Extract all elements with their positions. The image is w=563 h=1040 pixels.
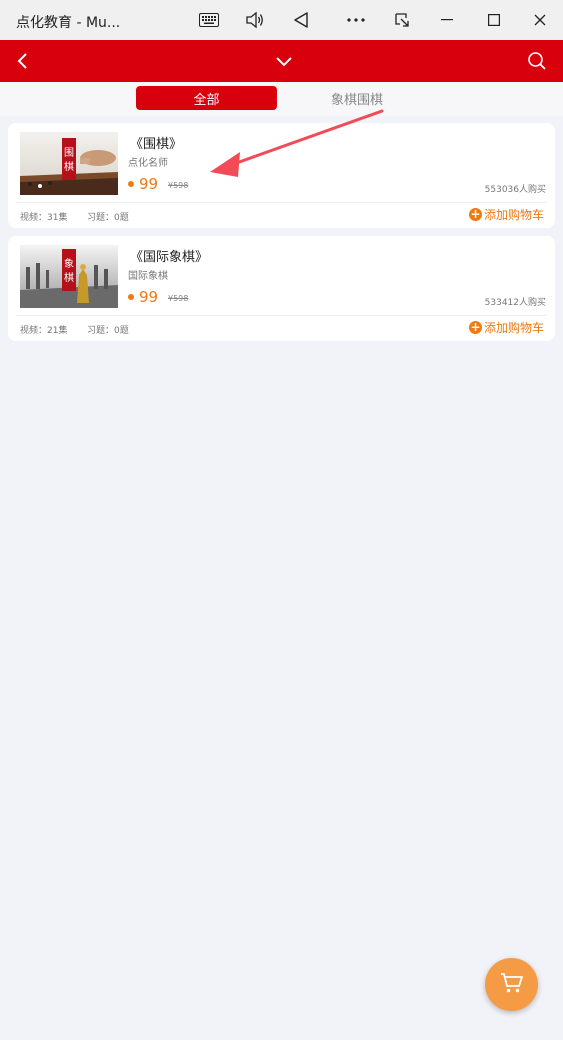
cart-fab-button[interactable] (485, 958, 538, 1011)
window-title: 点化教育 - Mu... (16, 15, 121, 31)
back-triangle-icon[interactable] (286, 6, 316, 34)
keyboard-icon[interactable] (194, 6, 224, 34)
card-divider (16, 202, 547, 203)
svg-text:象: 象 (64, 258, 74, 270)
course-title[interactable]: 《围棋》 (130, 133, 182, 152)
volume-icon[interactable] (240, 6, 270, 34)
search-icon[interactable] (525, 49, 549, 73)
course-thumbnail: 围 棋 (20, 132, 118, 195)
exercise-count: 习题：0题 (87, 326, 129, 336)
course-subtitle: 国际象棋 (128, 271, 168, 282)
snap-icon[interactable] (387, 6, 417, 34)
svg-text:棋: 棋 (64, 271, 74, 284)
course-original-price: ¥598 (168, 181, 189, 190)
course-original-price: ¥598 (168, 294, 189, 303)
price-dot-icon (128, 181, 134, 187)
course-title[interactable]: 《国际象棋》 (130, 246, 208, 265)
course-subtitle: 点化名师 (128, 158, 168, 169)
course-card[interactable]: 围 棋 《围棋》 点化名师 99 ¥598 553036人购买 视频：31集 习… (8, 123, 555, 228)
close-icon[interactable] (525, 6, 555, 34)
maximize-icon[interactable] (479, 6, 509, 34)
plus-circle-icon: + (468, 320, 482, 334)
back-chevron-icon[interactable] (10, 49, 34, 73)
dropdown-chevron-icon[interactable] (272, 49, 296, 73)
buyer-count: 553036人购买 (484, 185, 546, 195)
add-to-cart-button[interactable]: + 添加购物车 (468, 319, 544, 336)
price-dot-icon (128, 294, 134, 300)
app-header (0, 40, 563, 82)
plus-circle-icon: + (468, 207, 482, 221)
course-price: 99 (139, 175, 159, 193)
buyer-count: 533412人购买 (484, 298, 546, 308)
tab-all[interactable]: 全部 (136, 86, 277, 110)
window-titlebar: 点化教育 - Mu... (0, 0, 563, 40)
tab-chess-go[interactable]: 象棋围棋 (310, 86, 404, 110)
add-to-cart-label: 添加购物车 (483, 321, 544, 335)
original-price-value: 598 (173, 294, 189, 303)
more-icon[interactable] (341, 6, 371, 34)
video-count: 视频：21集 (20, 326, 68, 336)
card-divider (16, 315, 547, 316)
minimize-icon[interactable] (432, 6, 462, 34)
svg-text:棋: 棋 (64, 160, 74, 173)
add-to-cart-button[interactable]: + 添加购物车 (468, 206, 544, 223)
original-price-value: 598 (173, 181, 189, 190)
exercise-count: 习题：0题 (87, 213, 129, 223)
add-to-cart-label: 添加购物车 (483, 208, 544, 222)
video-count: 视频：31集 (20, 213, 68, 223)
cart-icon (500, 972, 524, 998)
course-price: 99 (139, 288, 159, 306)
svg-text:围: 围 (64, 147, 74, 159)
course-card[interactable]: 象 棋 《国际象棋》 国际象棋 99 ¥598 533412人购买 视频：21集… (8, 236, 555, 341)
category-tabs: 全部 象棋围棋 (0, 82, 563, 116)
course-thumbnail: 象 棋 (20, 245, 118, 308)
